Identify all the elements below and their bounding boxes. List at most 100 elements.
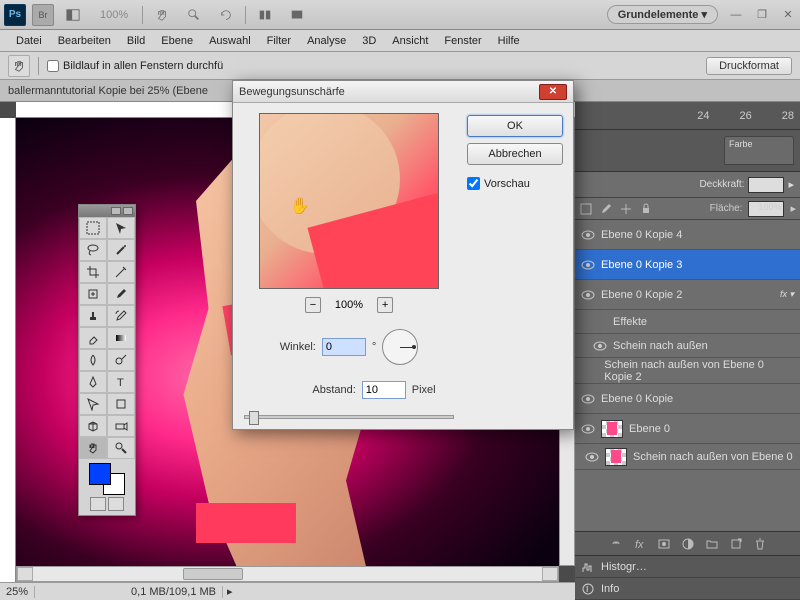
angle-dial[interactable] [382, 329, 418, 365]
pen-tool-icon[interactable] [79, 371, 107, 393]
visibility-toggle-icon[interactable] [585, 364, 598, 378]
dodge-tool-icon[interactable] [107, 349, 135, 371]
layer-style-icon[interactable]: fx [633, 537, 647, 551]
new-group-icon[interactable] [705, 537, 719, 551]
layer-row[interactable]: Ebene 0 Kopie 4 [575, 220, 800, 250]
palette-collapse-icon[interactable] [111, 207, 121, 215]
crop-tool-icon[interactable] [79, 261, 107, 283]
close-icon[interactable]: ✕ [780, 7, 796, 23]
zoom-out-button[interactable]: − [305, 297, 321, 313]
move-tool-icon[interactable] [107, 217, 135, 239]
new-layer-icon[interactable] [729, 537, 743, 551]
scroll-right-icon[interactable] [542, 567, 558, 581]
print-format-button[interactable]: Druckformat [706, 57, 792, 75]
lock-transparent-icon[interactable] [579, 202, 593, 216]
menu-3d[interactable]: 3D [354, 32, 384, 50]
lasso-tool-icon[interactable] [79, 239, 107, 261]
foreground-color-swatch[interactable] [89, 463, 111, 485]
magic-wand-tool-icon[interactable] [107, 239, 135, 261]
menu-bearbeiten[interactable]: Bearbeiten [50, 32, 119, 50]
standard-mode-icon[interactable] [90, 497, 106, 511]
hand-tool-icon[interactable] [79, 437, 107, 459]
gradient-tool-icon[interactable] [107, 327, 135, 349]
type-tool-icon[interactable]: T [107, 371, 135, 393]
visibility-toggle-icon[interactable] [581, 288, 595, 302]
color-panel-tab[interactable]: Farbe [724, 136, 794, 165]
scroll-all-windows-checkbox[interactable]: Bildlauf in allen Fenstern durchfü [47, 60, 223, 72]
slider-thumb[interactable] [249, 411, 259, 425]
visibility-toggle-icon[interactable] [593, 339, 607, 353]
fill-input[interactable]: 100% [748, 201, 784, 217]
menu-ansicht[interactable]: Ansicht [384, 32, 436, 50]
layer-thumbnail[interactable] [601, 420, 623, 438]
clone-stamp-tool-icon[interactable] [79, 305, 107, 327]
adjustment-layer-icon[interactable] [681, 537, 695, 551]
menu-ebene[interactable]: Ebene [153, 32, 201, 50]
bridge-icon[interactable]: Br [32, 4, 54, 26]
palette-close-icon[interactable] [123, 207, 133, 215]
quickmask-mode-icon[interactable] [108, 497, 124, 511]
menu-bild[interactable]: Bild [119, 32, 153, 50]
marquee-tool-icon[interactable] [79, 217, 107, 239]
brush-tool-icon[interactable] [107, 283, 135, 305]
photoshop-icon[interactable]: Ps [4, 4, 26, 26]
history-brush-tool-icon[interactable] [107, 305, 135, 327]
layout-dropdown-icon[interactable] [60, 4, 86, 26]
screen-mode-icon[interactable] [284, 4, 310, 26]
delete-layer-icon[interactable] [753, 537, 767, 551]
link-layers-icon[interactable] [609, 537, 623, 551]
opacity-input[interactable]: 100% [748, 177, 784, 193]
rotate-view-icon[interactable] [213, 4, 239, 26]
menu-analyse[interactable]: Analyse [299, 32, 354, 50]
color-swatches[interactable] [89, 463, 125, 495]
hand-tool-icon[interactable] [149, 4, 175, 26]
minimize-icon[interactable]: — [728, 7, 744, 23]
status-zoom[interactable]: 25% [0, 586, 35, 598]
arrange-documents-icon[interactable] [252, 4, 278, 26]
visibility-toggle-icon[interactable] [585, 450, 599, 464]
zoom-in-button[interactable]: + [377, 297, 393, 313]
visibility-toggle-icon[interactable] [581, 228, 595, 242]
scroll-left-icon[interactable] [17, 567, 33, 581]
filter-preview[interactable]: ✋ [259, 113, 439, 289]
fx-badge[interactable]: fx ▾ [780, 289, 794, 300]
lock-image-icon[interactable] [599, 202, 613, 216]
visibility-toggle-icon[interactable] [581, 422, 595, 436]
status-dropdown-icon[interactable]: ▸ [223, 585, 237, 598]
visibility-toggle-icon[interactable] [581, 392, 595, 406]
layer-thumbnail[interactable] [605, 448, 627, 466]
menu-filter[interactable]: Filter [259, 32, 299, 50]
eyedropper-tool-icon[interactable] [107, 261, 135, 283]
scrollbar-thumb[interactable] [183, 568, 243, 580]
layer-row[interactable]: Ebene 0 [575, 414, 800, 444]
zoom-tool-icon[interactable] [107, 437, 135, 459]
cancel-button[interactable]: Abbrechen [467, 143, 563, 165]
palette-header[interactable] [79, 205, 135, 217]
layer-row[interactable]: Ebene 0 Kopie 2fx ▾ [575, 280, 800, 310]
layer-row[interactable]: Ebene 0 Kopie 3 [575, 250, 800, 280]
status-doc-size[interactable]: 0,1 MB/109,1 MB [125, 586, 223, 598]
3d-camera-tool-icon[interactable] [107, 415, 135, 437]
layer-mask-icon[interactable] [657, 537, 671, 551]
horizontal-scrollbar[interactable] [16, 566, 559, 582]
ok-button[interactable]: OK [467, 115, 563, 137]
healing-brush-tool-icon[interactable] [79, 283, 107, 305]
eraser-tool-icon[interactable] [79, 327, 107, 349]
menu-auswahl[interactable]: Auswahl [201, 32, 259, 50]
path-selection-tool-icon[interactable] [79, 393, 107, 415]
zoom-level-dropdown[interactable]: 100% [92, 9, 136, 21]
preview-checkbox-input[interactable] [467, 177, 480, 190]
layer-row[interactable]: Schein nach außen von Ebene 0 Kopie 2 [575, 358, 800, 384]
visibility-toggle-icon[interactable] [581, 258, 595, 272]
workspace-selector[interactable]: Grundelemente ▾ [607, 5, 718, 24]
layer-row[interactable]: Schein nach außen [575, 334, 800, 358]
histogram-tab[interactable]: Histogr… [575, 556, 800, 578]
info-tab[interactable]: i Info [575, 578, 800, 600]
angle-input[interactable] [322, 338, 366, 356]
3d-tool-icon[interactable] [79, 415, 107, 437]
zoom-tool-icon[interactable] [181, 4, 207, 26]
restore-icon[interactable]: ❐ [754, 7, 770, 23]
visibility-toggle-icon[interactable] [593, 315, 607, 329]
menu-hilfe[interactable]: Hilfe [490, 32, 528, 50]
layer-row[interactable]: Schein nach außen von Ebene 0 [575, 444, 800, 470]
